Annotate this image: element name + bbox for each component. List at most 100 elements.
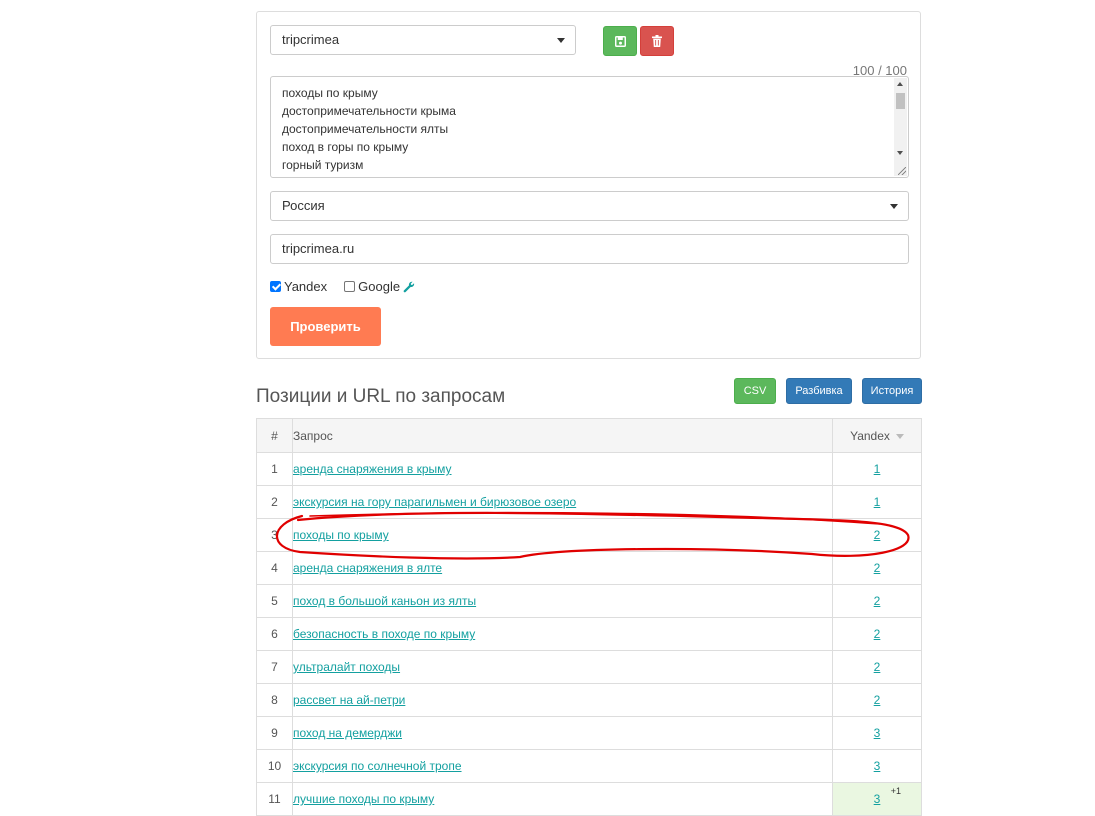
yandex-position-cell: 3 — [832, 749, 922, 783]
sort-icon[interactable] — [895, 433, 904, 439]
table-row: 10 экскурсия по солнечной тропе 3 — [256, 749, 922, 783]
query-line: походы по крыму — [282, 86, 378, 100]
yandex-position-link[interactable]: 3 — [874, 792, 881, 806]
table-row: 6 безопасность в походе по крыму 2 — [256, 617, 922, 651]
delete-project-button[interactable] — [640, 26, 674, 56]
breakdown-button[interactable]: Разбивка — [786, 378, 852, 404]
wrench-icon[interactable] — [403, 281, 415, 293]
query-cell: ультралайт походы — [292, 650, 833, 684]
column-header-number: # — [256, 418, 293, 453]
textarea-scrollbar[interactable] — [894, 78, 907, 176]
query-line: достопримечательности ялты — [282, 122, 449, 136]
region-select[interactable]: Россия — [270, 191, 909, 221]
query-link[interactable]: экскурсия на гору парагильмен и бирюзово… — [293, 495, 576, 509]
chevron-down-icon — [890, 204, 898, 209]
csv-button[interactable]: CSV — [734, 378, 776, 404]
region-select-value: Россия — [282, 198, 325, 213]
row-number: 9 — [256, 716, 293, 750]
query-link[interactable]: лучшие походы по крыму — [293, 792, 434, 806]
column-header-yandex[interactable]: Yandex — [832, 418, 922, 453]
project-select-value: tripcrimea — [282, 32, 340, 47]
scroll-up-icon[interactable] — [897, 82, 903, 86]
query-cell: экскурсия по солнечной тропе — [292, 749, 833, 783]
yandex-position-link[interactable]: 2 — [874, 660, 881, 674]
domain-input-value: tripcrimea.ru — [282, 241, 355, 256]
yandex-position-link[interactable]: 3 — [874, 726, 881, 740]
row-number: 2 — [256, 485, 293, 519]
query-cell: лучшие походы по крыму — [292, 782, 833, 816]
yandex-position-link[interactable]: 2 — [874, 594, 881, 608]
query-link[interactable]: экскурсия по солнечной тропе — [293, 759, 462, 773]
yandex-position-link[interactable]: 2 — [874, 627, 881, 641]
row-number: 8 — [256, 683, 293, 717]
query-line: горный туризм — [282, 158, 364, 172]
table-row: 2 экскурсия на гору парагильмен и бирюзов… — [256, 485, 922, 519]
row-number: 10 — [256, 749, 293, 783]
table-row: 8 рассвет на ай-петри 2 — [256, 683, 922, 717]
column-header-query: Запрос — [292, 418, 833, 453]
query-link[interactable]: поход на демерджи — [293, 726, 402, 740]
query-link[interactable]: рассвет на ай-петри — [293, 693, 405, 707]
yandex-position-link[interactable]: 2 — [874, 561, 881, 575]
row-number: 11 — [256, 782, 293, 816]
trash-icon — [652, 35, 662, 47]
query-line: поход в горы по крыму — [282, 140, 409, 154]
query-link[interactable]: безопасность в походе по крыму — [293, 627, 475, 641]
queries-list: походы по крыму достопримечательности кры… — [271, 77, 908, 174]
table-row: 1 аренда снаряжения в крыму 1 — [256, 452, 922, 486]
query-link[interactable]: аренда снаряжения в ялте — [293, 561, 442, 575]
yandex-position-cell: 2 — [832, 617, 922, 651]
query-link[interactable]: поход в большой каньон из ялты — [293, 594, 476, 608]
query-link[interactable]: походы по крыму — [293, 528, 389, 542]
domain-input[interactable]: tripcrimea.ru — [270, 234, 909, 264]
query-link[interactable]: ультралайт походы — [293, 660, 400, 674]
results-title: Позиции и URL по запросам — [256, 386, 506, 407]
yandex-checkbox-label[interactable]: Yandex — [284, 279, 327, 294]
query-link[interactable]: аренда снаряжения в крыму — [293, 462, 452, 476]
table-row: 3 походы по крыму 2 — [256, 518, 922, 552]
history-button[interactable]: История — [862, 378, 922, 404]
results-table: # Запрос Yandex 1 аренда снаряжения в кры… — [256, 418, 922, 816]
yandex-position-cell: 2 — [832, 551, 922, 585]
row-number: 5 — [256, 584, 293, 618]
query-cell: аренда снаряжения в ялте — [292, 551, 833, 585]
query-cell: поход в большой каньон из ялты — [292, 584, 833, 618]
scroll-thumb[interactable] — [896, 93, 905, 109]
yandex-checkbox[interactable] — [270, 281, 281, 292]
query-line: достопримечательности крыма — [282, 104, 456, 118]
resize-grip-icon[interactable] — [898, 167, 906, 175]
yandex-position-link[interactable]: 2 — [874, 528, 881, 542]
row-number: 7 — [256, 650, 293, 684]
queries-textarea[interactable]: походы по крыму достопримечательности кры… — [270, 76, 909, 178]
search-engine-options: Yandex Google — [270, 279, 415, 294]
query-cell: экскурсия на гору парагильмен и бирюзово… — [292, 485, 833, 519]
yandex-position-link[interactable]: 1 — [874, 495, 881, 509]
table-row: 9 поход на демерджи 3 — [256, 716, 922, 750]
yandex-position-link[interactable]: 1 — [874, 462, 881, 476]
project-select[interactable]: tripcrimea — [270, 25, 576, 55]
chevron-down-icon — [557, 38, 565, 43]
row-number: 6 — [256, 617, 293, 651]
yandex-position-cell: 2 — [832, 683, 922, 717]
table-row: 5 поход в большой каньон из ялты 2 — [256, 584, 922, 618]
yandex-position-cell: 3 — [832, 716, 922, 750]
yandex-position-cell: 1 — [832, 485, 922, 519]
table-row: 11 лучшие походы по крыму 3 +1 — [256, 782, 922, 816]
query-cell: аренда снаряжения в крыму — [292, 452, 833, 486]
save-project-button[interactable] — [603, 26, 637, 56]
table-row: 4 аренда снаряжения в ялте 2 — [256, 551, 922, 585]
check-button[interactable]: Проверить — [270, 307, 381, 346]
google-checkbox-label[interactable]: Google — [358, 279, 400, 294]
query-cell: походы по крыму — [292, 518, 833, 552]
yandex-position-link[interactable]: 2 — [874, 693, 881, 707]
query-cell: безопасность в походе по крыму — [292, 617, 833, 651]
query-cell: поход на демерджи — [292, 716, 833, 750]
yandex-position-cell: 2 — [832, 650, 922, 684]
yandex-position-link[interactable]: 3 — [874, 759, 881, 773]
position-change-badge: +1 — [890, 786, 901, 796]
table-header-row: # Запрос Yandex — [256, 418, 922, 453]
query-cell: рассвет на ай-петри — [292, 683, 833, 717]
row-number: 3 — [256, 518, 293, 552]
google-checkbox[interactable] — [344, 281, 356, 292]
scroll-down-icon[interactable] — [897, 151, 903, 155]
